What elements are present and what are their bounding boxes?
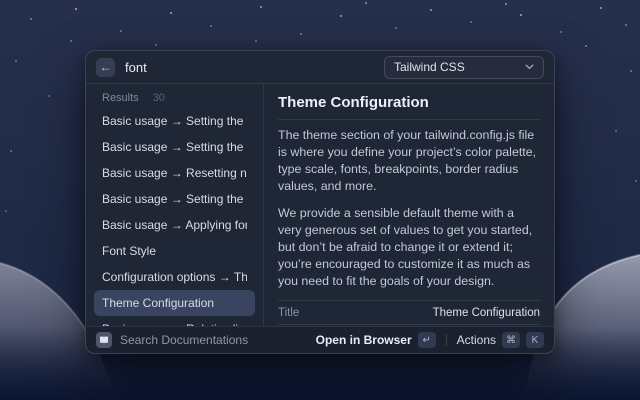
description-paragraph: The theme section of your tailwind.confi… <box>278 127 540 195</box>
result-item[interactable]: Font Style <box>94 238 255 264</box>
detail-title: Theme Configuration <box>278 94 540 111</box>
app-label: Search Documentations <box>120 333 248 347</box>
metadata-value-text: Theme Configuration <box>433 307 540 319</box>
stars <box>0 0 2 2</box>
results-count: 30 <box>153 92 165 104</box>
result-item[interactable]: Theme Configuration <box>94 290 255 316</box>
search-query[interactable]: font <box>125 60 147 75</box>
docset-dropdown[interactable]: Tailwind CSS <box>384 56 544 79</box>
metadata-table: Title Theme Configuration Language <box>278 300 540 326</box>
result-item-label: Basic usage → Resetting numeric fo... <box>102 166 247 180</box>
description-paragraph: We provide a sensible default theme with… <box>278 205 540 290</box>
results-header: Results 30 <box>94 90 255 108</box>
actions-label: Actions <box>457 333 496 347</box>
metadata-value: Theme Configuration <box>433 307 540 319</box>
detail-panel: Theme Configuration The theme section of… <box>264 84 554 326</box>
result-item[interactable]: Basic usage → Setting the font size <box>94 134 255 160</box>
window-topbar: ← font Tailwind CSS <box>86 51 554 84</box>
search-documentations-icon <box>96 332 112 348</box>
result-item[interactable]: Basic usage → Applying font smooth... <box>94 212 255 238</box>
result-item[interactable]: Configuration options → Theme <box>94 264 255 290</box>
footer-actions: Open in Browser ↵ Actions ⌘ K <box>316 332 544 348</box>
results-label: Results <box>102 92 139 104</box>
chevron-down-icon <box>525 64 534 70</box>
k-keycap: K <box>526 332 544 348</box>
window-body: Results 30 Basic usage → Setting the fon… <box>86 84 554 326</box>
metadata-label: Title <box>278 307 299 319</box>
return-keycap: ↵ <box>418 332 436 348</box>
open-in-browser-label: Open in Browser <box>316 333 412 347</box>
open-in-browser-button[interactable]: Open in Browser ↵ <box>316 332 436 348</box>
actions-button[interactable]: Actions ⌘ K <box>457 332 544 348</box>
divider <box>278 119 540 120</box>
footer-separator <box>446 334 447 346</box>
result-item-label: Theme Configuration <box>102 296 214 310</box>
search-documentations-window: ← font Tailwind CSS Results 30 Basic usa… <box>85 50 555 354</box>
result-item[interactable]: Basic usage → Resetting numeric fo... <box>94 160 255 186</box>
docset-selected-label: Tailwind CSS <box>394 60 465 74</box>
results-panel: Results 30 Basic usage → Setting the fon… <box>86 84 264 326</box>
result-item-label: Font Style <box>102 244 156 258</box>
result-item[interactable]: Basic usage → Setting the font weight <box>94 186 255 212</box>
command-keycap: ⌘ <box>502 332 520 348</box>
back-button[interactable]: ← <box>96 58 115 77</box>
result-item-label: Basic usage → Setting the font family <box>102 114 247 128</box>
result-item[interactable]: Basic usage → Setting the font family <box>94 108 255 134</box>
result-item-label: Configuration options → Theme <box>102 270 247 284</box>
window-footer: Search Documentations Open in Browser ↵ … <box>86 326 554 353</box>
result-item[interactable]: Basic usage → Relative line-heights <box>94 316 255 326</box>
result-item-label: Basic usage → Applying font smooth... <box>102 218 247 232</box>
metadata-row: Title Theme Configuration <box>278 304 540 325</box>
result-item-label: Basic usage → Setting the font size <box>102 140 247 154</box>
result-item-label: Basic usage → Setting the font weight <box>102 192 247 206</box>
back-arrow-icon: ← <box>100 58 112 77</box>
footer-app: Search Documentations <box>96 332 248 348</box>
